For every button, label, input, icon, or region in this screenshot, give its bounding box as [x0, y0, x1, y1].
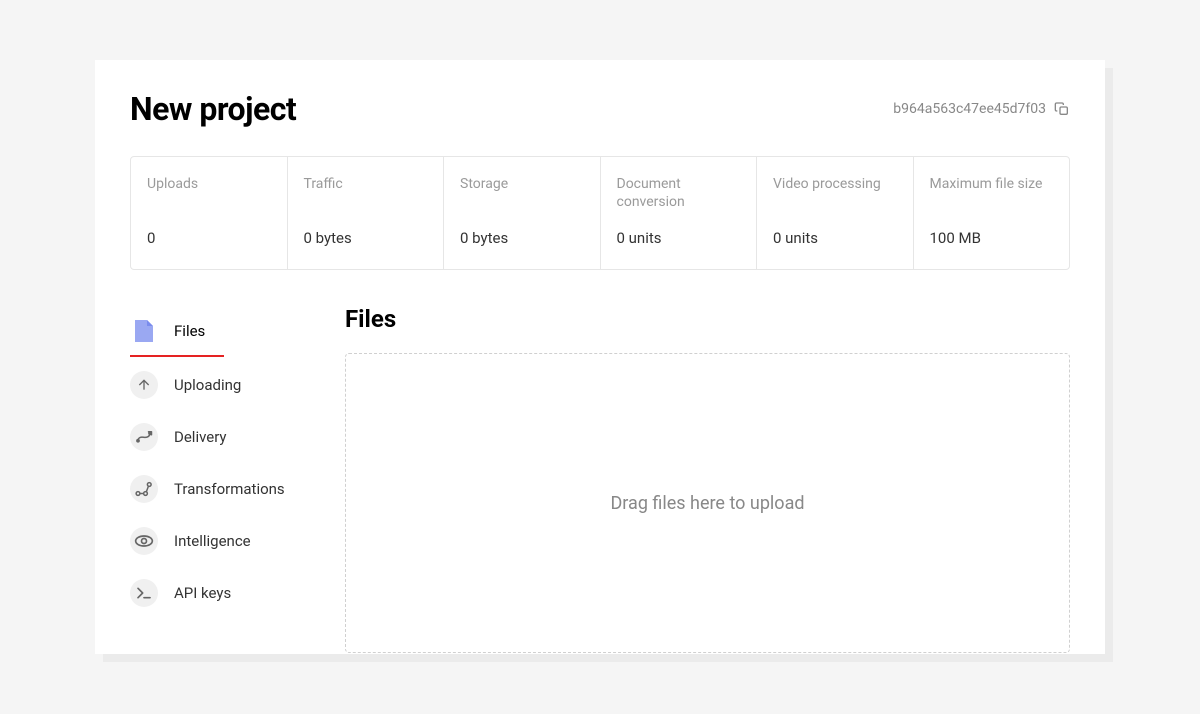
sidebar-item-delivery[interactable]: Delivery: [130, 411, 325, 463]
sidebar-item-label: Intelligence: [174, 532, 251, 550]
dropzone-text: Drag files here to upload: [610, 493, 804, 514]
stat-card-uploads[interactable]: Uploads 0: [131, 157, 288, 269]
sidebar: Files Uploading: [130, 305, 325, 653]
copy-icon[interactable]: [1054, 101, 1070, 117]
stat-card-storage[interactable]: Storage 0 bytes: [444, 157, 601, 269]
terminal-icon: [130, 579, 158, 607]
project-id-group: b964a563c47ee45d7f03: [893, 101, 1070, 117]
stat-label: Maximum file size: [930, 175, 1054, 193]
stat-value: 0 units: [773, 229, 897, 247]
upload-dropzone[interactable]: Drag files here to upload: [345, 353, 1070, 653]
stat-value: 0 bytes: [460, 229, 584, 247]
sidebar-item-label: Transformations: [174, 480, 285, 498]
page-wrapper: New project b964a563c47ee45d7f03 Uploads…: [95, 60, 1105, 654]
upload-icon: [130, 371, 158, 399]
stat-label: Document conversion: [617, 175, 741, 211]
file-icon: [130, 317, 158, 345]
delivery-icon: [130, 423, 158, 451]
stat-value: 100 MB: [930, 229, 1054, 247]
header: New project b964a563c47ee45d7f03: [130, 90, 1070, 128]
stats-row: Uploads 0 Traffic 0 bytes Storage 0 byte…: [130, 156, 1070, 270]
sidebar-item-intelligence[interactable]: Intelligence: [130, 515, 325, 567]
stat-value: 0 bytes: [304, 229, 428, 247]
stat-card-traffic[interactable]: Traffic 0 bytes: [288, 157, 445, 269]
sidebar-item-api-keys[interactable]: API keys: [130, 567, 325, 619]
stat-card-video-processing[interactable]: Video processing 0 units: [757, 157, 914, 269]
stat-value: 0 units: [617, 229, 741, 247]
stat-label: Storage: [460, 175, 584, 193]
stat-label: Video processing: [773, 175, 897, 193]
stat-label: Uploads: [147, 175, 271, 193]
stat-value: 0: [147, 229, 271, 247]
sidebar-item-uploading[interactable]: Uploading: [130, 359, 325, 411]
transformations-icon: [130, 475, 158, 503]
sidebar-item-label: Uploading: [174, 376, 241, 394]
sidebar-item-label: Delivery: [174, 428, 227, 446]
stat-label: Traffic: [304, 175, 428, 193]
project-id-text: b964a563c47ee45d7f03: [893, 101, 1046, 117]
main-area: Files Drag files here to upload: [345, 305, 1070, 653]
stat-card-document-conversion[interactable]: Document conversion 0 units: [601, 157, 758, 269]
page-title: New project: [130, 90, 296, 128]
sidebar-item-label: API keys: [174, 584, 231, 602]
content-area: Files Uploading: [130, 305, 1070, 653]
sidebar-item-files[interactable]: Files: [130, 305, 224, 357]
sidebar-item-label: Files: [174, 322, 205, 340]
intelligence-icon: [130, 527, 158, 555]
section-title: Files: [345, 305, 1070, 333]
stat-card-max-file-size[interactable]: Maximum file size 100 MB: [914, 157, 1070, 269]
sidebar-item-transformations[interactable]: Transformations: [130, 463, 325, 515]
